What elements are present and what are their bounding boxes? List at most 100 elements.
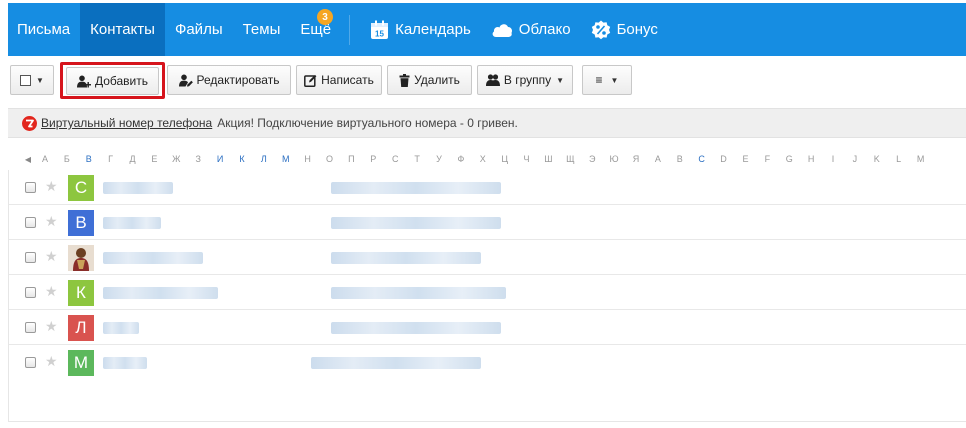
contact-row[interactable]: ★ М	[9, 345, 966, 380]
write-label: Написать	[321, 73, 374, 87]
alphabet-letter[interactable]: К	[231, 154, 253, 164]
alphabet-filter: ◀ АБВГДЕЖЗИКЛМНОПРСТУФХЦЧШЩЭЮЯABCDEFGHIJ…	[22, 152, 932, 166]
alphabet-letter[interactable]: М	[275, 154, 297, 164]
alphabet-letter[interactable]: Х	[472, 154, 494, 164]
alphabet-letter[interactable]: Т	[406, 154, 428, 164]
alphabet-letter[interactable]: Ц	[494, 154, 516, 164]
alphabet-letter[interactable]: B	[669, 154, 691, 164]
bonus-icon	[591, 20, 611, 40]
alphabet-letter[interactable]: З	[187, 154, 209, 164]
alphabet-letter[interactable]: E	[735, 154, 757, 164]
star-icon[interactable]: ★	[45, 283, 58, 300]
star-icon[interactable]: ★	[45, 178, 58, 195]
alphabet-letter[interactable]: Щ	[559, 154, 581, 164]
alphabet-letter[interactable]: L	[888, 154, 910, 164]
alphabet-letter[interactable]: Н	[297, 154, 319, 164]
contact-row[interactable]: ★ В	[9, 205, 966, 240]
nav-bonus-label: Бонус	[616, 21, 658, 38]
contact-checkbox[interactable]	[25, 182, 36, 193]
contact-checkbox[interactable]	[25, 357, 36, 368]
contact-row[interactable]: ★ Л	[9, 310, 966, 345]
contact-checkbox[interactable]	[25, 287, 36, 298]
virtual-number-link[interactable]: Виртуальный номер телефона	[41, 116, 212, 130]
nav-more[interactable]: Ещё 3	[290, 3, 341, 56]
contact-list: ★ С ★ В ★ ★ К ★ Л ★ М	[8, 170, 966, 422]
alphabet-letter[interactable]: F	[756, 154, 778, 164]
alphabet-letter[interactable]: П	[340, 154, 362, 164]
nav-divider	[349, 14, 351, 45]
contact-row[interactable]: ★	[9, 240, 966, 275]
promo-text: Акция! Подключение виртуального номера -…	[217, 116, 518, 130]
star-icon[interactable]: ★	[45, 318, 58, 335]
alphabet-letter[interactable]: Э	[581, 154, 603, 164]
more-actions-dropdown[interactable]: ≡ ▼	[582, 65, 632, 95]
alphabet-letter[interactable]: H	[800, 154, 822, 164]
calendar-icon: 15	[370, 20, 389, 40]
alphabet-letter[interactable]: Ю	[603, 154, 625, 164]
delete-label: Удалить	[414, 73, 460, 87]
contact-checkbox[interactable]	[25, 322, 36, 333]
top-navigation: Письма Контакты Файлы Темы Ещё 3 15 Кале…	[8, 3, 966, 56]
alphabet-letter[interactable]: Ч	[516, 154, 538, 164]
alphabet-letter[interactable]: Ш	[537, 154, 559, 164]
alphabet-letter[interactable]: А	[34, 154, 56, 164]
group-icon	[485, 74, 500, 86]
alphabet-letter[interactable]: G	[778, 154, 800, 164]
alphabet-letter[interactable]: В	[78, 154, 100, 164]
alphabet-letter[interactable]: Ж	[165, 154, 187, 164]
alphabet-letter[interactable]: Д	[122, 154, 144, 164]
alphabet-letter[interactable]: Е	[143, 154, 165, 164]
contact-checkbox[interactable]	[25, 252, 36, 263]
star-icon[interactable]: ★	[45, 353, 58, 370]
alphabet-letter[interactable]: Я	[625, 154, 647, 164]
trash-icon	[399, 73, 410, 87]
promo-banner: Виртуальный номер телефона Акция! Подклю…	[8, 108, 966, 138]
contact-name-redacted	[103, 357, 147, 369]
add-to-group-label: В группу	[503, 73, 552, 87]
menu-icon: ≡	[595, 73, 603, 87]
alphabet-letter[interactable]: У	[428, 154, 450, 164]
alphabet-letter[interactable]: I	[822, 154, 844, 164]
add-contact-button[interactable]: Добавить	[66, 67, 159, 95]
alphabet-letter[interactable]: D	[713, 154, 735, 164]
nav-calendar[interactable]: 15 Календарь	[360, 3, 481, 56]
alphabet-letter[interactable]: M	[910, 154, 932, 164]
add-contact-label: Добавить	[94, 74, 149, 88]
edit-contact-button[interactable]: Редактировать	[167, 65, 291, 95]
star-icon[interactable]: ★	[45, 213, 58, 230]
alphabet-letter[interactable]: Р	[362, 154, 384, 164]
contact-name-redacted	[103, 252, 203, 264]
contact-checkbox[interactable]	[25, 217, 36, 228]
contact-email-redacted	[331, 287, 506, 299]
alphabet-prev-arrow[interactable]: ◀	[22, 155, 34, 164]
nav-files[interactable]: Файлы	[165, 3, 233, 56]
select-all-dropdown[interactable]: ▼	[10, 65, 54, 95]
nav-contacts[interactable]: Контакты	[80, 3, 165, 56]
nav-contacts-label: Контакты	[90, 21, 155, 38]
alphabet-letter[interactable]: J	[844, 154, 866, 164]
alphabet-letter[interactable]: C	[691, 154, 713, 164]
alphabet-letter[interactable]: С	[384, 154, 406, 164]
alphabet-letter[interactable]: Б	[56, 154, 78, 164]
alphabet-letter[interactable]: Ф	[450, 154, 472, 164]
alphabet-letter[interactable]: И	[209, 154, 231, 164]
edit-user-icon	[178, 74, 193, 87]
alphabet-letter[interactable]: Л	[253, 154, 275, 164]
alphabet-letter[interactable]: Г	[100, 154, 122, 164]
nav-themes[interactable]: Темы	[233, 3, 291, 56]
contact-row[interactable]: ★ К	[9, 275, 966, 310]
contact-name-redacted	[103, 217, 161, 229]
star-icon[interactable]: ★	[45, 248, 58, 265]
contact-photo	[68, 245, 94, 271]
delete-button[interactable]: Удалить	[387, 65, 472, 95]
write-button[interactable]: Написать	[296, 65, 382, 95]
nav-cloud[interactable]: Облако	[481, 3, 581, 56]
nav-bonus[interactable]: Бонус	[581, 3, 668, 56]
add-to-group-button[interactable]: В группу ▼	[477, 65, 573, 95]
alphabet-letter[interactable]: О	[319, 154, 341, 164]
alphabet-letter[interactable]: A	[647, 154, 669, 164]
contact-row[interactable]: ★ С	[9, 170, 966, 205]
nav-letters-label: Письма	[17, 21, 71, 38]
nav-letters[interactable]: Письма	[8, 3, 80, 56]
alphabet-letter[interactable]: K	[866, 154, 888, 164]
